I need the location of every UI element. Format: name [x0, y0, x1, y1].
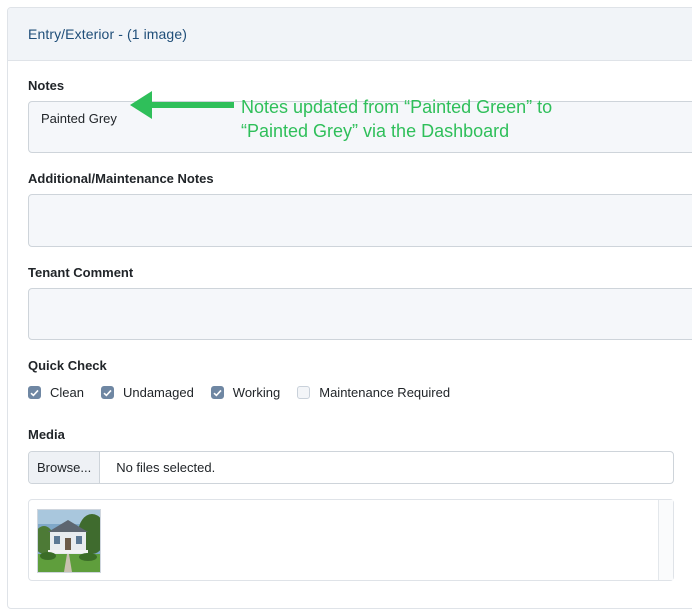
quick-check-group: Clean Undamaged Working Maintenance Requ… [28, 385, 467, 400]
house-photo-icon [38, 510, 100, 572]
tenant-comment-field[interactable] [28, 288, 692, 340]
checkbox-checked-icon[interactable] [28, 386, 41, 399]
file-input[interactable]: Browse... No files selected. [28, 451, 674, 484]
check-undamaged[interactable]: Undamaged [100, 385, 194, 400]
check-working-label: Working [232, 385, 281, 400]
maintenance-notes-field[interactable] [28, 194, 692, 247]
check-clean[interactable]: Clean [28, 385, 84, 400]
maintenance-notes-label: Additional/Maintenance Notes [28, 171, 214, 186]
check-maintenance-required[interactable]: Maintenance Required [297, 385, 450, 400]
annotation-callout: Notes updated from “Painted Green” to “P… [241, 95, 661, 143]
notes-value: Painted Grey [41, 111, 117, 126]
check-clean-label: Clean [50, 385, 84, 400]
annotation-line-1: Notes updated from “Painted Green” to [241, 97, 553, 117]
check-working[interactable]: Working [210, 385, 281, 400]
media-label: Media [28, 427, 65, 442]
media-scrollbar[interactable] [658, 500, 673, 580]
tenant-comment-label: Tenant Comment [28, 265, 134, 280]
checkbox-unchecked-icon[interactable] [297, 386, 311, 399]
section-title: Entry/Exterior - (1 image) [28, 26, 187, 42]
checkbox-checked-icon[interactable] [210, 386, 224, 399]
file-status: No files selected. [116, 460, 216, 475]
check-undamaged-label: Undamaged [122, 385, 194, 400]
checkbox-checked-icon[interactable] [100, 386, 114, 399]
media-gallery [28, 499, 674, 581]
section-header: Entry/Exterior - (1 image) [8, 8, 692, 61]
check-maintenance-required-label: Maintenance Required [319, 385, 451, 400]
green-arrow-icon [130, 91, 234, 119]
quick-check-label: Quick Check [28, 358, 107, 373]
notes-label: Notes [28, 78, 65, 93]
annotation-line-2: “Painted Grey” via the Dashboard [241, 121, 510, 141]
browse-button[interactable]: Browse... [29, 452, 101, 483]
media-thumbnail[interactable] [37, 509, 101, 573]
